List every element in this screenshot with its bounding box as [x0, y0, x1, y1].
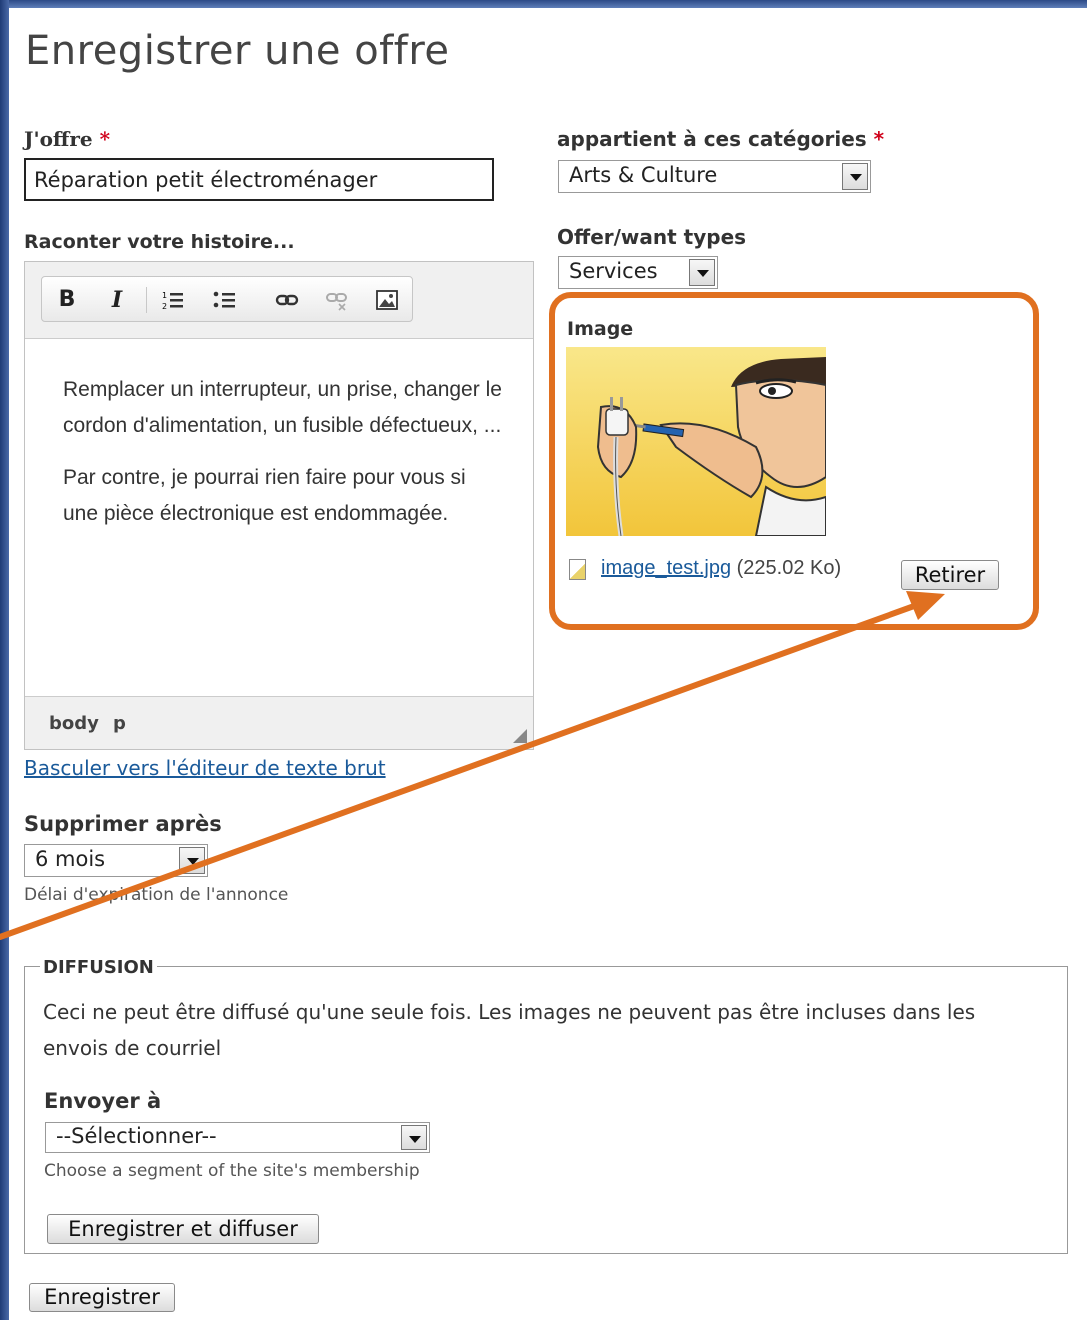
- categories-selected-value: Arts & Culture: [569, 163, 718, 187]
- offer-types-label: Offer/want types: [557, 225, 747, 249]
- link-icon[interactable]: [274, 287, 300, 313]
- chevron-down-icon[interactable]: [689, 259, 715, 286]
- rich-text-editor[interactable]: B I 12 Remplacer un interrupteur, un pri…: [24, 261, 534, 750]
- chevron-down-icon[interactable]: [401, 1125, 427, 1150]
- expire-select[interactable]: 6 mois: [24, 844, 208, 877]
- image-icon[interactable]: [374, 287, 400, 313]
- toolbar-separator: [146, 287, 147, 313]
- send-to-label: Envoyer à: [44, 1089, 162, 1113]
- expire-selected-value: 6 mois: [35, 847, 106, 871]
- send-to-description: Choose a segment of the site's membershi…: [44, 1161, 420, 1181]
- page-title: Enregistrer une offre: [25, 28, 450, 74]
- editor-content[interactable]: Remplacer un interrupteur, un prise, cha…: [63, 372, 503, 548]
- send-to-selected-value: --Sélectionner--: [56, 1124, 217, 1148]
- offer-label-text: J'offre: [24, 127, 93, 151]
- svg-text:1: 1: [162, 291, 167, 300]
- categories-label-text: appartient à ces catégories: [557, 127, 867, 151]
- save-and-send-button[interactable]: Enregistrer et diffuser: [47, 1214, 319, 1244]
- offer-label: J'offre *: [24, 127, 110, 151]
- save-button[interactable]: Enregistrer: [29, 1283, 175, 1312]
- window-frame-top: [0, 0, 1087, 8]
- expire-label: Supprimer après: [24, 812, 222, 836]
- send-to-select[interactable]: --Sélectionner--: [45, 1122, 430, 1153]
- diffusion-legend: DIFFUSION: [40, 957, 157, 978]
- editor-toolbar-area: B I 12: [25, 262, 533, 339]
- story-label: Raconter votre histoire...: [24, 231, 295, 253]
- annotation-highlight-box: [549, 292, 1039, 630]
- italic-button[interactable]: I: [104, 287, 130, 313]
- switch-editor-link[interactable]: Basculer vers l'éditeur de texte brut: [24, 756, 386, 780]
- path-body[interactable]: body: [49, 713, 99, 734]
- chevron-down-icon[interactable]: [179, 847, 205, 874]
- categories-select[interactable]: Arts & Culture: [558, 160, 871, 193]
- svg-text:2: 2: [162, 302, 167, 311]
- editor-toolbar: B I 12: [41, 276, 413, 322]
- editor-path-bar: body p: [25, 696, 533, 749]
- editor-paragraph: Par contre, je pourrai rien faire pour v…: [63, 466, 466, 525]
- resize-handle-icon[interactable]: [513, 729, 527, 743]
- bold-button[interactable]: B: [54, 287, 80, 313]
- numbered-list-icon[interactable]: 12: [160, 287, 186, 313]
- diffusion-note: Ceci ne peut être diffusé qu'une seule f…: [43, 1000, 976, 1060]
- bulleted-list-icon[interactable]: [212, 287, 238, 313]
- required-mark: *: [99, 127, 111, 151]
- offer-types-selected-value: Services: [569, 259, 658, 283]
- expire-description: Délai d'expiration de l'annonce: [24, 885, 289, 905]
- chevron-down-icon[interactable]: [842, 163, 868, 190]
- editor-paragraph: Remplacer un interrupteur, un prise, cha…: [63, 378, 502, 437]
- window-frame-left: [0, 0, 9, 1320]
- unlink-icon[interactable]: [324, 287, 350, 313]
- offer-types-select[interactable]: Services: [558, 256, 718, 289]
- path-p[interactable]: p: [113, 713, 126, 734]
- categories-label: appartient à ces catégories *: [557, 127, 884, 151]
- required-mark: *: [873, 127, 885, 151]
- offer-title-input[interactable]: Réparation petit électroménager: [24, 158, 494, 201]
